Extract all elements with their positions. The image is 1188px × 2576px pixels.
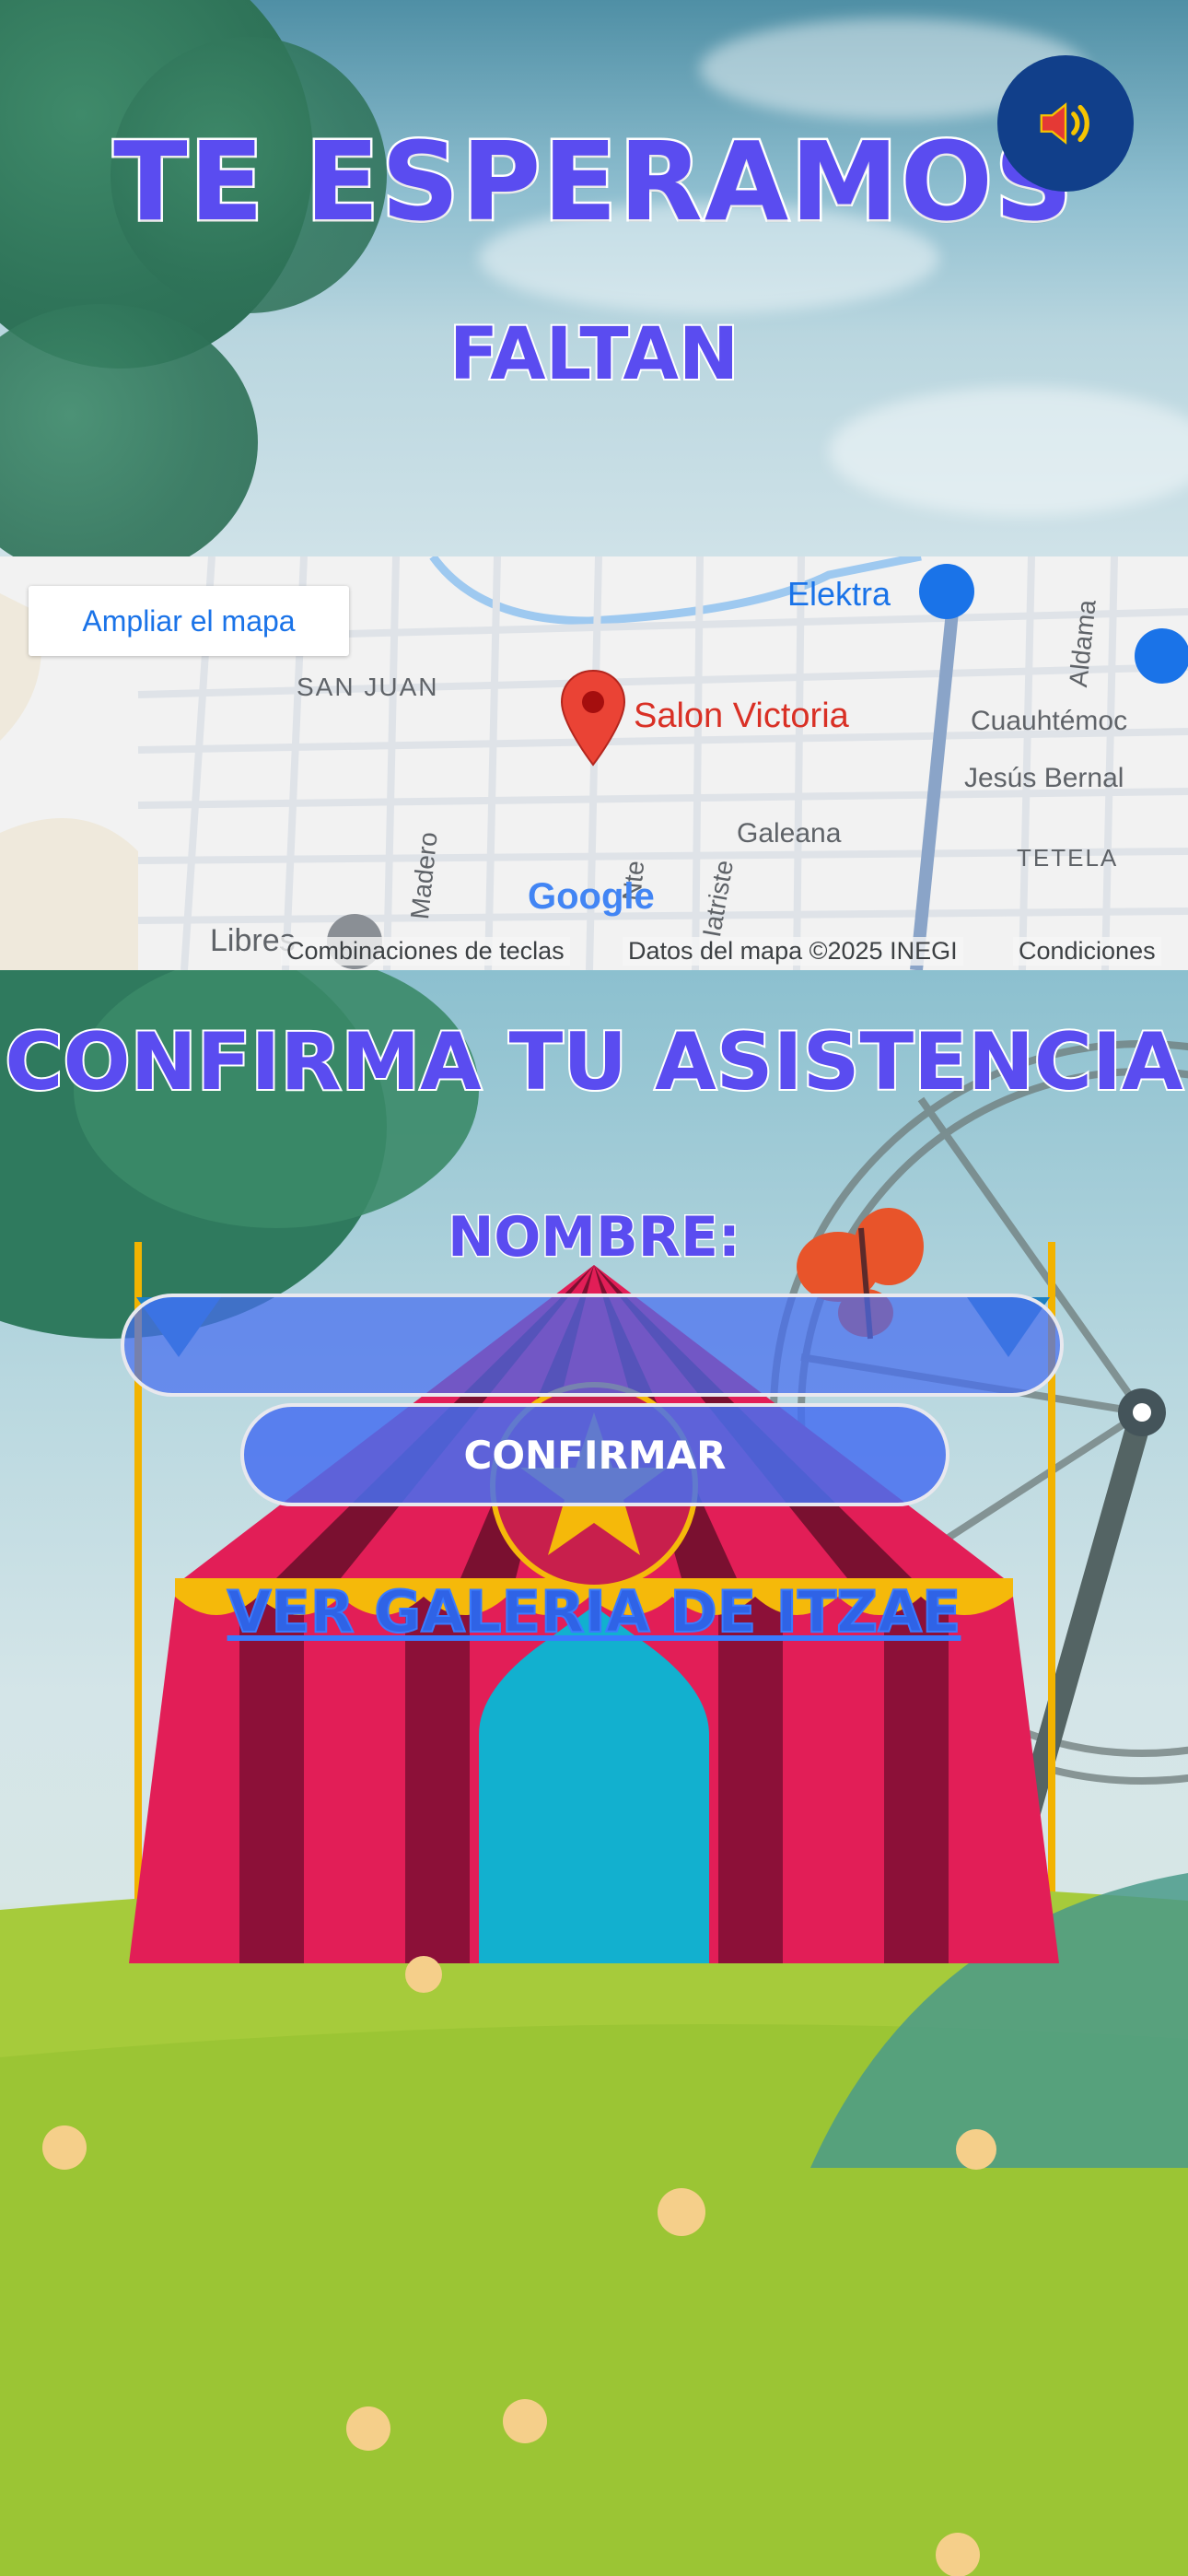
rsvp-title: CONFIRMA TU ASISTENCIA bbox=[3, 1014, 1184, 1110]
confirm-button[interactable]: CONFIRMAR bbox=[240, 1403, 949, 1506]
map-marker[interactable] bbox=[556, 667, 630, 768]
location-map[interactable]: Ampliar el mapa Elektra SAN JUAN Aldama … bbox=[0, 556, 1188, 970]
map-data-attribution: Datos del mapa ©2025 INEGI bbox=[623, 937, 963, 966]
sound-toggle-button[interactable] bbox=[997, 55, 1134, 192]
terms-link[interactable]: Condiciones bbox=[1013, 937, 1161, 966]
map-label-san-juan: SAN JUAN bbox=[297, 673, 439, 701]
map-pin-icon bbox=[560, 669, 626, 767]
gallery-link[interactable]: VER GALERIA DE ITZAE bbox=[0, 1577, 1188, 1646]
map-footer: Combinaciones de teclas Datos del mapa ©… bbox=[0, 933, 1188, 970]
map-label-jesus-bernal: Jesús Bernal bbox=[964, 763, 1124, 793]
map-label-cuauhtemoc: Cuauhtémoc bbox=[971, 706, 1128, 736]
map-marker-label: Salon Victoria bbox=[634, 697, 849, 735]
name-label: NOMBRE: bbox=[447, 1204, 742, 1271]
map-label-tetela: TETELA bbox=[1017, 844, 1119, 872]
keyboard-shortcuts-link[interactable]: Combinaciones de teclas bbox=[281, 937, 570, 966]
map-label-elektra: Elektra bbox=[787, 575, 891, 613]
countdown-label: FALTAN bbox=[448, 311, 740, 398]
name-input[interactable] bbox=[121, 1294, 1064, 1397]
map-label-galeana: Galeana bbox=[737, 818, 842, 849]
google-logo: Google bbox=[528, 876, 655, 917]
rsvp-section: CONFIRMA TU ASISTENCIA NOMBRE: CONFIRMAR… bbox=[0, 970, 1188, 2576]
cloud-decoration bbox=[829, 387, 1188, 516]
enlarge-map-button[interactable]: Ampliar el mapa bbox=[29, 586, 349, 656]
speaker-volume-icon bbox=[1040, 102, 1089, 145]
hero-section: TE ESPERAMOS FALTAN bbox=[0, 0, 1188, 556]
